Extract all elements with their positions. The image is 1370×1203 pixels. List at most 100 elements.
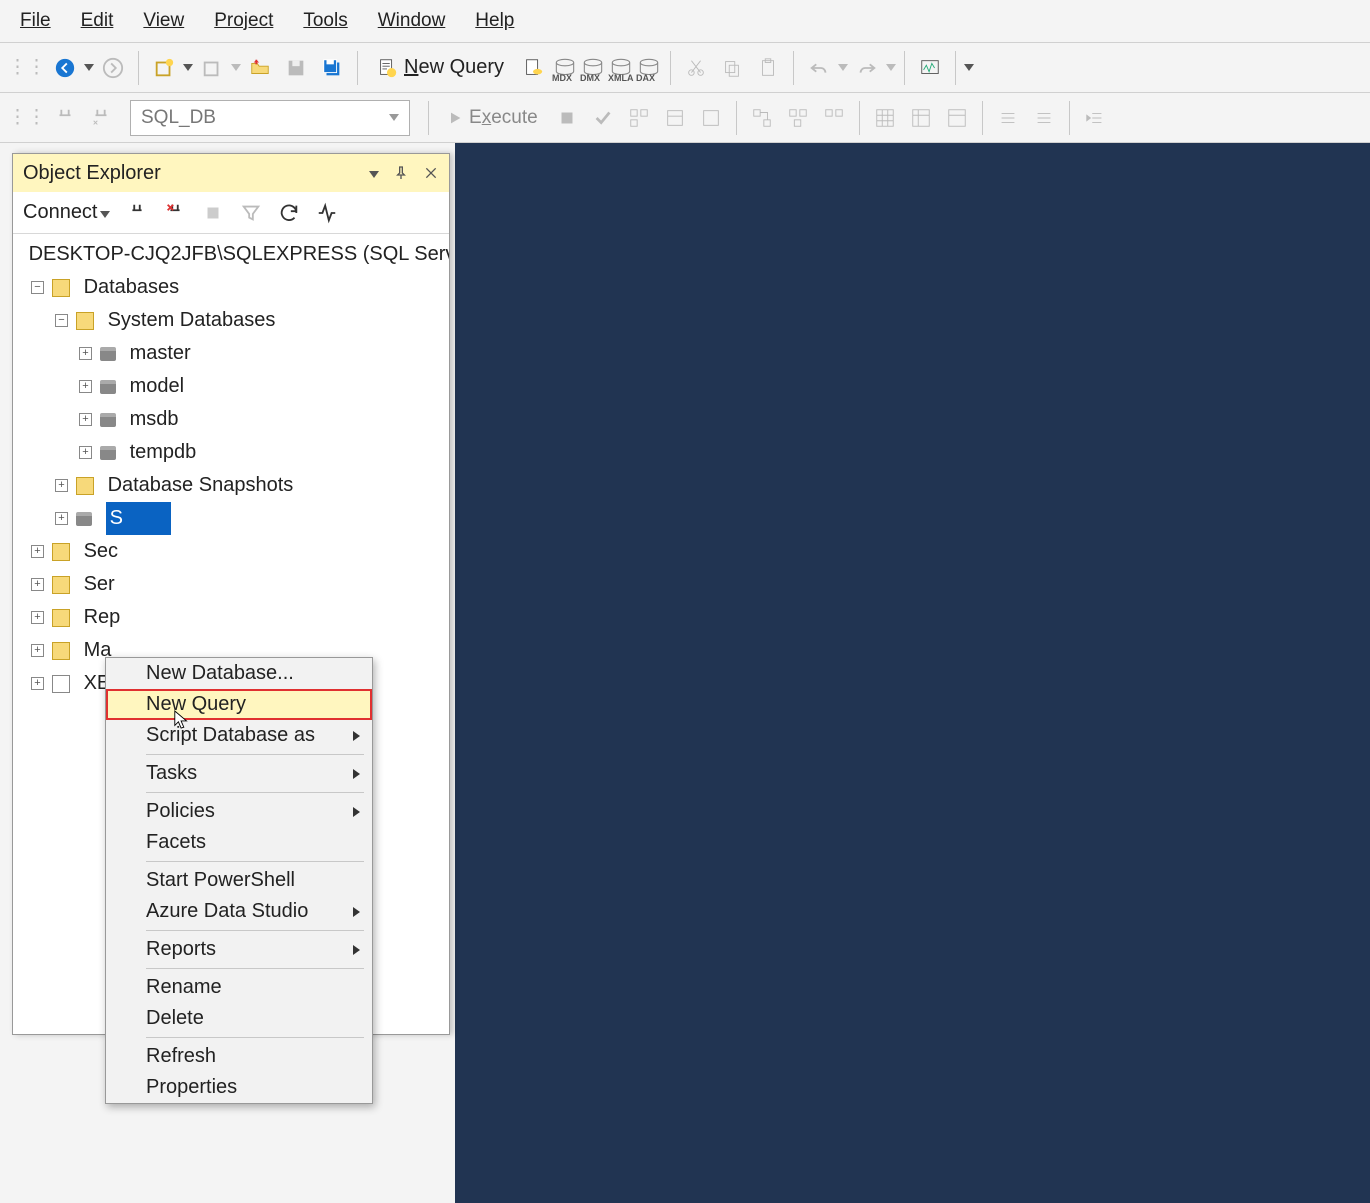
tree-db-msdb[interactable]: + msdb bbox=[15, 403, 443, 436]
expand-icon[interactable]: + bbox=[31, 578, 44, 591]
connect-icon[interactable] bbox=[48, 101, 82, 135]
menu-window[interactable]: Window bbox=[378, 10, 446, 32]
db-engine-query-button[interactable] bbox=[516, 51, 550, 85]
dax-query-button[interactable]: DAX bbox=[636, 55, 662, 81]
redo-dropdown[interactable] bbox=[886, 64, 896, 71]
change-connection-icon[interactable] bbox=[84, 101, 118, 135]
submenu-arrow-icon bbox=[353, 731, 360, 741]
save-all-button[interactable] bbox=[315, 51, 349, 85]
indent-button[interactable] bbox=[1078, 101, 1112, 135]
connect-object-icon[interactable] bbox=[126, 202, 148, 224]
tree-replication-node[interactable]: + Rep bbox=[15, 601, 443, 634]
ctx-new-database[interactable]: New Database... bbox=[106, 658, 372, 689]
menu-edit[interactable]: Edit bbox=[81, 10, 114, 32]
menu-tools[interactable]: Tools bbox=[303, 10, 347, 32]
new-query-button[interactable]: NNew Queryew Query bbox=[366, 56, 514, 79]
stop-icon[interactable] bbox=[202, 202, 224, 224]
tree-db-master[interactable]: + master bbox=[15, 337, 443, 370]
comment-button[interactable] bbox=[991, 101, 1025, 135]
disconnect-icon[interactable] bbox=[164, 202, 186, 224]
new-item-button[interactable] bbox=[147, 51, 181, 85]
results-grid-button[interactable] bbox=[868, 101, 902, 135]
expand-icon[interactable]: + bbox=[79, 446, 92, 459]
back-button[interactable] bbox=[48, 51, 82, 85]
expand-icon[interactable]: + bbox=[55, 512, 68, 525]
ctx-policies[interactable]: Policies bbox=[106, 796, 372, 827]
parse-button[interactable] bbox=[586, 101, 620, 135]
tree-snapshots-node[interactable]: + Database Snapshots bbox=[15, 469, 443, 502]
ctx-rename[interactable]: Rename bbox=[106, 972, 372, 1003]
menu-view[interactable]: View bbox=[143, 10, 184, 32]
copy-button[interactable] bbox=[715, 51, 749, 85]
menu-project[interactable]: Project bbox=[214, 10, 273, 32]
tree-server-node[interactable]: DESKTOP-CJQ2JFB\SQLEXPRESS (SQL Serve bbox=[15, 238, 443, 271]
ctx-start-powershell[interactable]: Start PowerShell bbox=[106, 865, 372, 896]
ctx-delete[interactable]: Delete bbox=[106, 1003, 372, 1034]
expand-icon[interactable]: + bbox=[31, 545, 44, 558]
activity-monitor-button[interactable] bbox=[913, 51, 947, 85]
mdx-query-button[interactable]: MDX bbox=[552, 55, 578, 81]
tree-databases-node[interactable]: − Databases bbox=[15, 271, 443, 304]
forward-button[interactable] bbox=[96, 51, 130, 85]
object-explorer-tree[interactable]: DESKTOP-CJQ2JFB\SQLEXPRESS (SQL Serve − … bbox=[13, 234, 449, 708]
ctx-facets[interactable]: Facets bbox=[106, 827, 372, 858]
open-file-button[interactable] bbox=[195, 51, 229, 85]
expand-icon[interactable]: + bbox=[55, 479, 68, 492]
intellisense-button[interactable] bbox=[694, 101, 728, 135]
connect-button[interactable]: Connect bbox=[23, 201, 110, 224]
expand-icon[interactable]: + bbox=[31, 611, 44, 624]
ctx-new-query[interactable]: New Query bbox=[106, 689, 372, 720]
paste-button[interactable] bbox=[751, 51, 785, 85]
dmx-query-button[interactable]: DMX bbox=[580, 55, 606, 81]
ctx-refresh[interactable]: Refresh bbox=[106, 1041, 372, 1072]
expand-icon[interactable]: + bbox=[79, 413, 92, 426]
stop-button[interactable] bbox=[550, 101, 584, 135]
menu-help[interactable]: Help bbox=[475, 10, 514, 32]
tree-security-node[interactable]: + Sec bbox=[15, 535, 443, 568]
database-combo[interactable]: SQL_DB bbox=[130, 100, 410, 136]
tree-system-databases-node[interactable]: − System Databases bbox=[15, 304, 443, 337]
tree-db-selected[interactable]: + S bbox=[15, 502, 443, 535]
collapse-icon[interactable]: − bbox=[55, 314, 68, 327]
ctx-reports[interactable]: Reports bbox=[106, 934, 372, 965]
menu-file[interactable]: File bbox=[20, 10, 51, 32]
expand-icon[interactable]: + bbox=[31, 644, 44, 657]
redo-button[interactable] bbox=[850, 51, 884, 85]
undo-button[interactable] bbox=[802, 51, 836, 85]
collapse-icon[interactable]: − bbox=[31, 281, 44, 294]
expand-icon[interactable]: + bbox=[79, 347, 92, 360]
cut-button[interactable] bbox=[679, 51, 713, 85]
query-options-button[interactable] bbox=[658, 101, 692, 135]
ctx-azure-data-studio[interactable]: Azure Data Studio bbox=[106, 896, 372, 927]
pin-icon[interactable] bbox=[393, 165, 409, 181]
activity-icon[interactable] bbox=[316, 202, 338, 224]
close-icon[interactable] bbox=[423, 165, 439, 181]
client-stats-button[interactable] bbox=[817, 101, 851, 135]
expand-icon[interactable]: + bbox=[31, 677, 44, 690]
estimated-plan-button[interactable] bbox=[622, 101, 656, 135]
save-button[interactable] bbox=[279, 51, 313, 85]
uncomment-button[interactable] bbox=[1027, 101, 1061, 135]
back-dropdown[interactable] bbox=[84, 64, 94, 71]
actual-plan-button[interactable] bbox=[745, 101, 779, 135]
refresh-icon[interactable] bbox=[278, 202, 300, 224]
panel-dropdown-icon[interactable] bbox=[369, 162, 379, 184]
new-item-dropdown[interactable] bbox=[183, 64, 193, 71]
filter-icon[interactable] bbox=[240, 202, 262, 224]
results-text-button[interactable] bbox=[904, 101, 938, 135]
execute-button[interactable]: ExecuteExecute bbox=[437, 107, 548, 129]
ctx-tasks[interactable]: Tasks bbox=[106, 758, 372, 789]
xmla-query-button[interactable]: XMLA bbox=[608, 55, 634, 81]
tree-db-model[interactable]: + model bbox=[15, 370, 443, 403]
results-file-button[interactable] bbox=[940, 101, 974, 135]
open-folder-button[interactable] bbox=[243, 51, 277, 85]
ctx-script-database[interactable]: Script Database as bbox=[106, 720, 372, 751]
live-stats-button[interactable] bbox=[781, 101, 815, 135]
tree-db-tempdb[interactable]: + tempdb bbox=[15, 436, 443, 469]
open-file-dropdown[interactable] bbox=[231, 64, 241, 71]
undo-dropdown[interactable] bbox=[838, 64, 848, 71]
ctx-properties[interactable]: Properties bbox=[106, 1072, 372, 1103]
toolbar-overflow[interactable] bbox=[964, 64, 974, 71]
expand-icon[interactable]: + bbox=[79, 380, 92, 393]
tree-server-objects-node[interactable]: + Ser bbox=[15, 568, 443, 601]
